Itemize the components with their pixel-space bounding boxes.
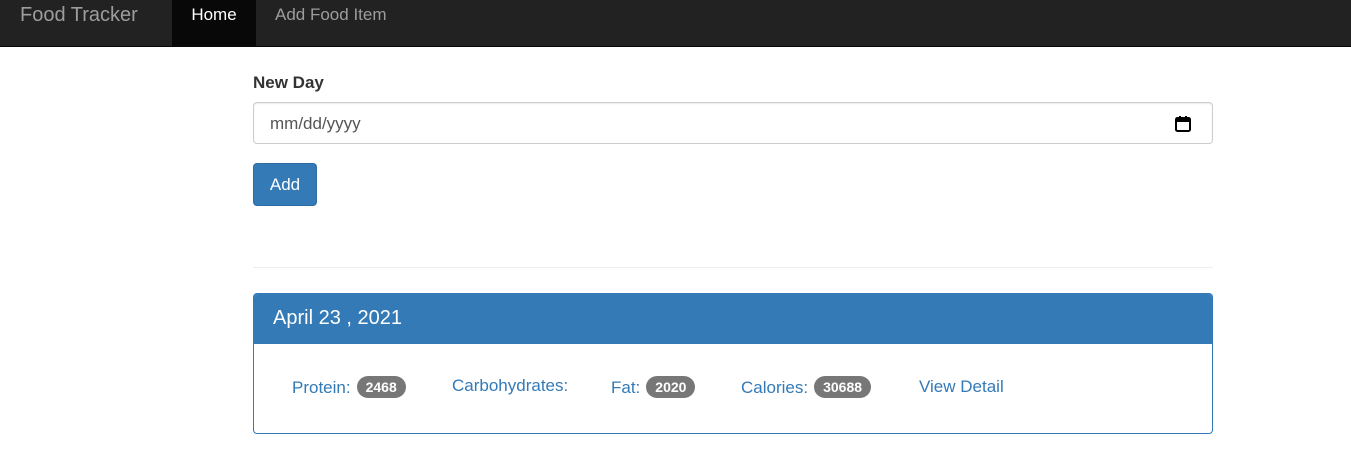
date-placeholder: mm/dd/yyyy: [270, 114, 361, 133]
day-date-heading: April 23 , 2021: [254, 294, 1212, 344]
nav-add-food-item[interactable]: Add Food Item: [256, 0, 406, 46]
new-day-label: New Day: [253, 73, 324, 92]
protein-stat[interactable]: Protein: 2468: [292, 376, 406, 398]
add-button[interactable]: Add: [253, 163, 317, 206]
carbohydrates-stat[interactable]: Carbohydrates:: [452, 376, 568, 396]
divider: [253, 267, 1213, 268]
brand[interactable]: Food Tracker: [20, 4, 138, 26]
carbohydrates-label: Carbohydrates:: [452, 376, 569, 395]
date-input[interactable]: mm/dd/yyyy: [253, 102, 1213, 144]
day-panel: April 23 , 2021 Protein: 2468 Carbohydrat…: [253, 293, 1213, 434]
calories-stat[interactable]: Calories: 30688: [741, 376, 872, 398]
calories-label: Calories:: [741, 378, 809, 397]
calendar-icon[interactable]: [1174, 115, 1192, 133]
protein-label: Protein:: [292, 378, 351, 397]
fat-label: Fat:: [611, 378, 641, 397]
nav-home[interactable]: Home: [172, 0, 256, 46]
navbar: Food Tracker Home Add Food Item: [0, 0, 1351, 47]
protein-badge: 2468: [356, 376, 406, 398]
calories-badge: 30688: [814, 376, 872, 398]
fat-badge: 2020: [646, 376, 696, 398]
view-detail-link[interactable]: View Detail: [919, 377, 1004, 397]
day-panel-body: Protein: 2468 Carbohydrates: Fat: 2020 Cal…: [254, 344, 1212, 433]
fat-stat[interactable]: Fat: 2020: [611, 376, 696, 398]
